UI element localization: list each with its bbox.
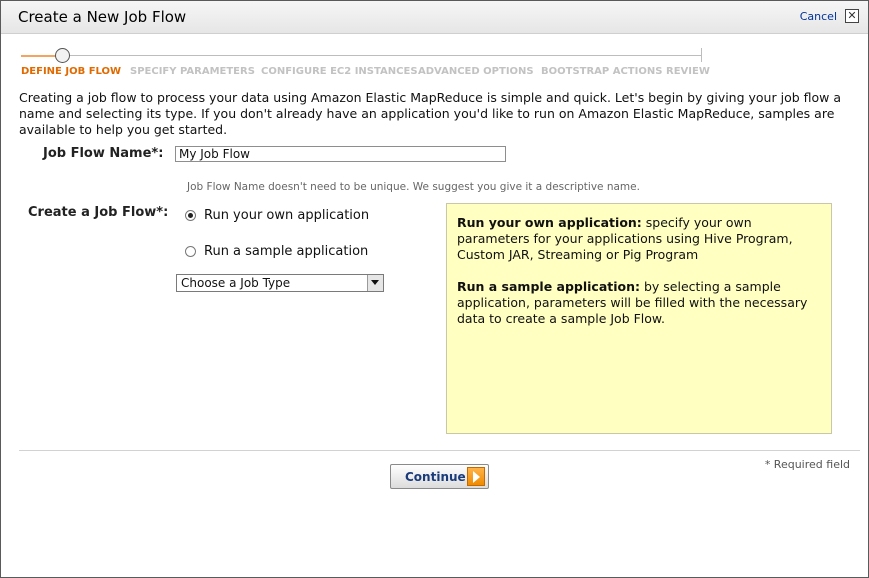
step-specify-parameters: SPECIFY PARAMETERS	[130, 66, 255, 77]
radio-button[interactable]	[185, 246, 196, 257]
footer-divider	[19, 450, 860, 451]
step-bootstrap-actions: BOOTSTRAP ACTIONS	[541, 66, 663, 77]
radio-label: Run your own application	[204, 208, 370, 223]
step-advanced-options: ADVANCED OPTIONS	[418, 66, 534, 77]
chevron-down-icon[interactable]	[367, 275, 383, 291]
info-own-title: Run your own application:	[457, 215, 642, 230]
required-field-note: * Required field	[764, 458, 850, 471]
steps-track	[21, 55, 702, 56]
info-own-application: Run your own application: specify your o…	[457, 215, 821, 263]
continue-button[interactable]: Continue	[390, 464, 489, 489]
job-type-select[interactable]: Choose a Job Type	[176, 274, 384, 292]
close-icon[interactable]: ✕	[845, 9, 859, 23]
radio-label: Run a sample application	[204, 244, 369, 259]
job-type-selected-value: Choose a Job Type	[181, 276, 291, 290]
radio-button-checked[interactable]	[185, 210, 196, 221]
create-job-flow-dialog: Create a New Job Flow Cancel ✕ DEFINE JO…	[0, 0, 869, 578]
cancel-link[interactable]: Cancel	[800, 10, 837, 23]
step-configure-ec2-instances: CONFIGURE EC2 INSTANCES	[261, 66, 418, 77]
current-step-indicator	[55, 48, 70, 63]
continue-button-label: Continue	[405, 470, 466, 484]
step-review: REVIEW	[666, 66, 710, 77]
job-flow-name-hint: Job Flow Name doesn't need to be unique.…	[187, 181, 640, 193]
arrow-right-icon	[467, 467, 485, 486]
info-sample-application: Run a sample application: by selecting a…	[457, 279, 821, 327]
info-sample-title: Run a sample application:	[457, 279, 641, 294]
step-define-job-flow: DEFINE JOB FLOW	[21, 66, 122, 77]
help-info-box: Run your own application: specify your o…	[446, 203, 832, 434]
job-flow-name-input[interactable]	[175, 146, 506, 162]
dialog-titlebar: Create a New Job Flow Cancel ✕	[1, 1, 868, 34]
steps-progress	[21, 55, 58, 57]
steps-end-tick	[701, 48, 702, 62]
radio-run-own-application[interactable]: Run your own application	[185, 208, 369, 223]
job-flow-name-label: Job Flow Name*:	[43, 146, 164, 161]
radio-run-sample-application[interactable]: Run a sample application	[185, 244, 368, 259]
create-job-flow-label: Create a Job Flow*:	[28, 205, 169, 220]
intro-text: Creating a job flow to process your data…	[19, 90, 842, 137]
dialog-title: Create a New Job Flow	[18, 8, 187, 26]
